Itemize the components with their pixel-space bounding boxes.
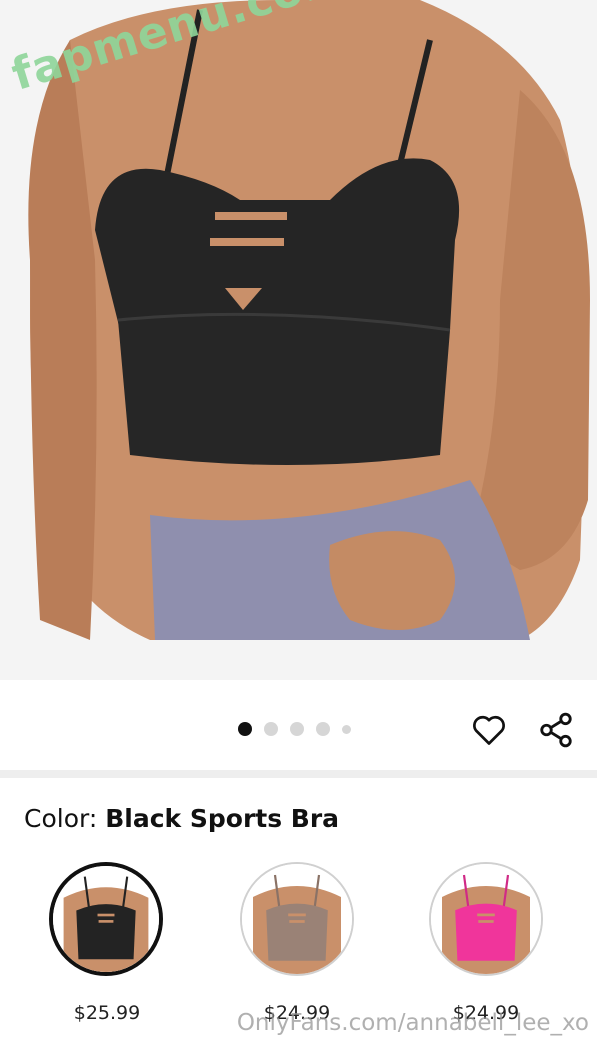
favorite-button[interactable] bbox=[469, 710, 509, 750]
selected-color-name: Black Sports Bra bbox=[105, 804, 340, 833]
swatch-price-black: $25.99 bbox=[73, 1002, 141, 1024]
carousel-dot-5[interactable] bbox=[342, 724, 351, 734]
swatch-thumbnail bbox=[431, 864, 541, 974]
carousel-dot-4[interactable] bbox=[316, 722, 330, 736]
product-image[interactable]: fapmenu.com bbox=[0, 0, 597, 680]
color-swatch-taupe[interactable] bbox=[240, 862, 354, 976]
swatch-thumbnail bbox=[53, 866, 159, 972]
carousel-dot-2[interactable] bbox=[264, 722, 278, 736]
product-photo bbox=[28, 0, 590, 640]
swatch-thumbnail bbox=[242, 864, 352, 974]
color-swatch-black[interactable] bbox=[49, 862, 163, 976]
heart-icon bbox=[473, 715, 505, 745]
section-divider bbox=[0, 770, 597, 778]
carousel-indicator[interactable] bbox=[238, 722, 351, 736]
color-label: Color: Black Sports Bra bbox=[24, 804, 339, 833]
carousel-dot-1[interactable] bbox=[238, 722, 252, 736]
color-swatch-pink[interactable] bbox=[429, 862, 543, 976]
footer-watermark: OnlyFans.com/annabell_lee_xo bbox=[236, 1010, 589, 1036]
share-icon bbox=[540, 712, 572, 748]
color-label-prefix: Color: bbox=[24, 804, 98, 833]
image-controls bbox=[0, 680, 597, 770]
share-button[interactable] bbox=[536, 710, 576, 750]
carousel-dot-3[interactable] bbox=[290, 722, 304, 736]
